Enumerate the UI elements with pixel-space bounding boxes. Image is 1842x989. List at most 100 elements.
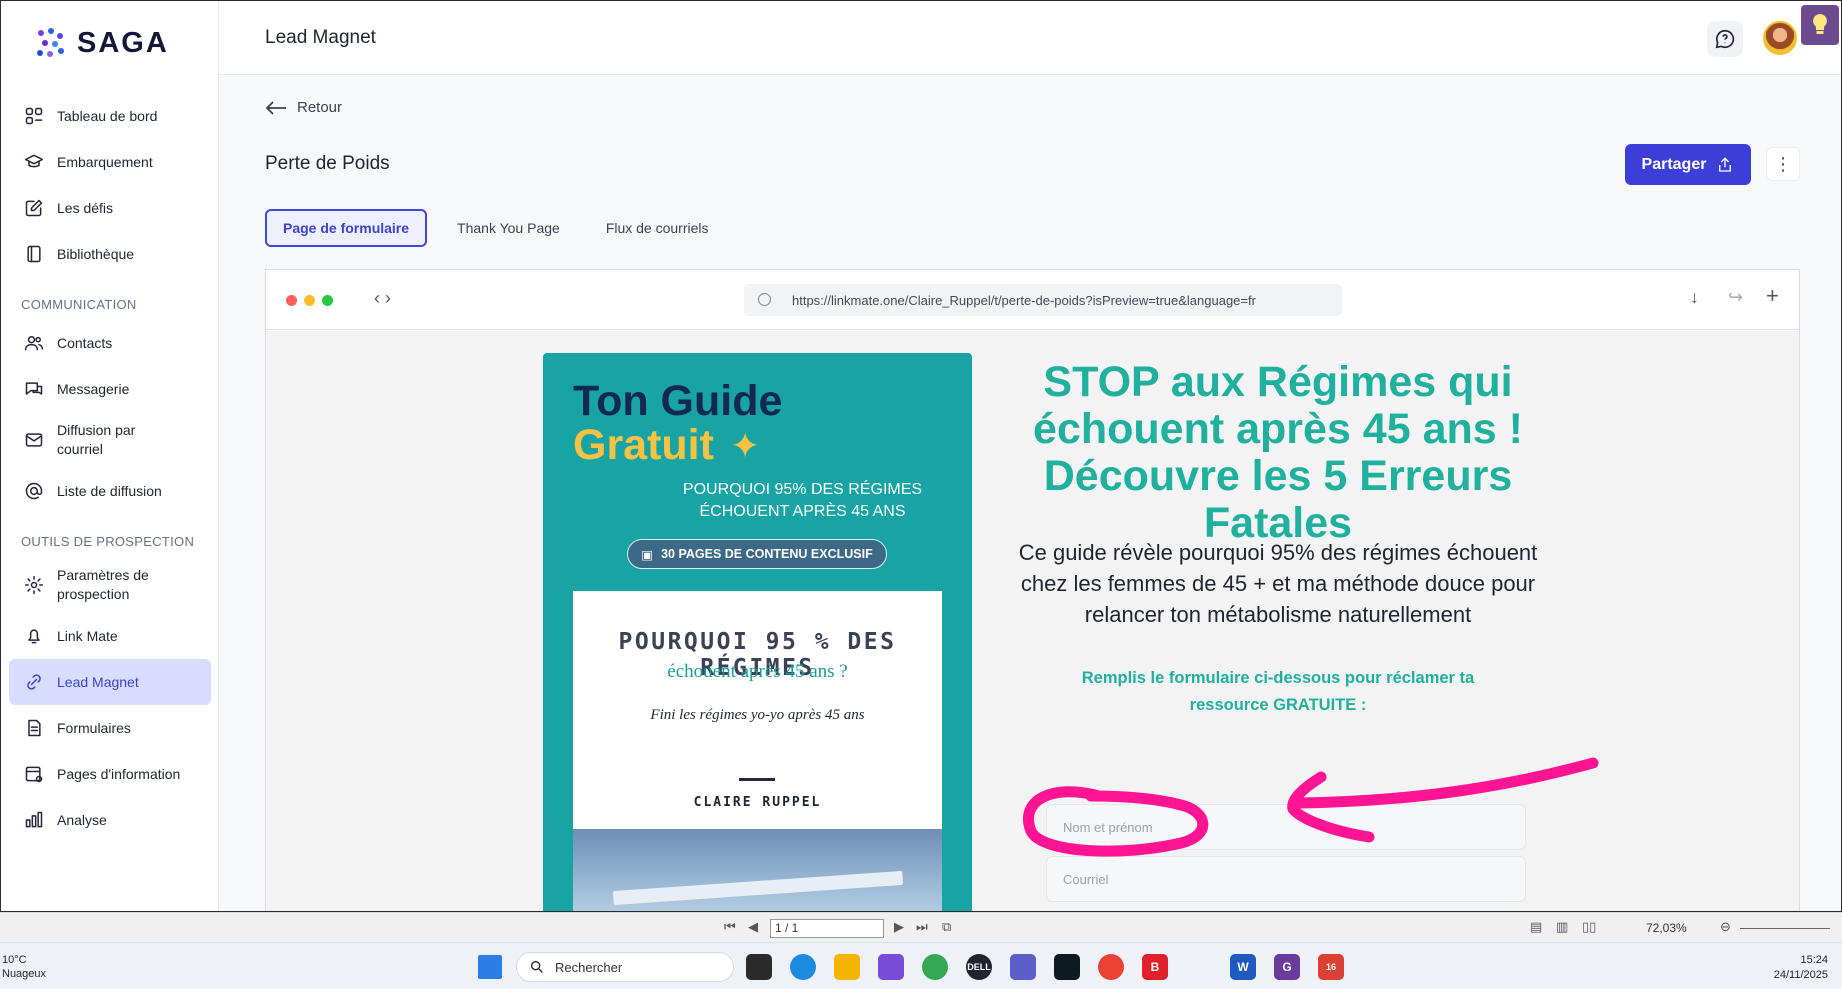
more-options-button[interactable]: ⋮ — [1766, 147, 1800, 181]
form-icon — [23, 717, 45, 739]
email-field[interactable]: Courriel — [1046, 856, 1526, 902]
microsoft-365-icon[interactable] — [878, 954, 904, 980]
file-explorer-icon[interactable] — [834, 954, 860, 980]
page-title: Perte de Poids — [265, 153, 390, 174]
weather-widget[interactable]: 10°C Nuageux — [2, 953, 46, 981]
word-icon[interactable]: W — [1230, 954, 1256, 980]
weather-description: Nuageux — [2, 968, 47, 980]
capcut-icon[interactable] — [1054, 954, 1080, 980]
redirect-icon[interactable]: ↪ — [1728, 287, 1743, 308]
url-text: https://linkmate.one/Claire_Ruppel/t/per… — [792, 292, 1256, 308]
envelope-icon — [23, 429, 45, 451]
magnet-link-icon — [23, 671, 45, 693]
sidebar-item-label: Les défis — [57, 200, 114, 216]
first-page-icon[interactable]: ⏮ — [724, 919, 736, 935]
page-selector[interactable]: 1 / 1 — [770, 919, 884, 938]
sidebar-item-diffusion-par-courriel[interactable]: Diffusion par courriel — [9, 412, 211, 468]
sidebar-nav: Tableau de bord Embarquement Les défis B… — [9, 93, 211, 843]
help-chat-button[interactable] — [1707, 21, 1743, 57]
chat-bubbles-icon — [23, 378, 45, 400]
last-page-icon[interactable]: ⏭ — [916, 919, 928, 935]
sidebar-item-bibliotheque[interactable]: Bibliothèque — [9, 231, 211, 277]
taskbar-search[interactable]: Rechercher — [516, 952, 734, 982]
lightbulb-icon — [1813, 14, 1827, 34]
user-avatar[interactable] — [1763, 21, 1797, 55]
sidebar-item-label: Formulaires — [57, 720, 131, 736]
lightbulb-button[interactable] — [1801, 5, 1839, 45]
code-brackets-icon[interactable]: ‹ › — [374, 288, 391, 309]
chrome-profile-icon[interactable] — [922, 954, 948, 980]
sidebar-item-link-mate[interactable]: Link Mate — [9, 613, 211, 659]
sidebar-item-formulaires[interactable]: Formulaires — [9, 705, 211, 751]
system-clock[interactable]: 15:24 24/11/2025 — [1774, 953, 1828, 983]
guide-title-line2-text: Gratuit — [573, 421, 714, 469]
url-bar[interactable]: https://linkmate.one/Claire_Ruppel/t/per… — [744, 284, 1342, 316]
zoom-slider[interactable] — [1740, 928, 1830, 929]
landing-headline: STOP aux Régimes qui échouent après 45 a… — [1033, 358, 1523, 547]
task-view-icon[interactable] — [746, 954, 772, 980]
book-open-icon: ▣ — [641, 547, 654, 562]
section-outils-de-prospection: OUTILS DE PROSPECTION — [21, 534, 195, 549]
edge-browser-icon[interactable] — [790, 954, 816, 980]
zoom-level[interactable]: 72,03% — [1646, 921, 1687, 935]
saga-logo[interactable]: SAGA — [33, 25, 169, 61]
tab-thank-you-page[interactable]: Thank You Page — [441, 209, 576, 247]
sidebar-item-label: Pages d'information — [57, 766, 181, 782]
sidebar-item-liste-de-diffusion[interactable]: Liste de diffusion — [9, 468, 211, 514]
sidebar-item-messagerie[interactable]: Messagerie — [9, 366, 211, 412]
name-field[interactable]: Nom et prénom — [1046, 804, 1526, 850]
bitdefender-icon[interactable]: B — [1142, 954, 1168, 980]
layout-continuous-icon[interactable]: ▥ — [1556, 919, 1568, 935]
download-icon[interactable]: ↓ — [1690, 287, 1699, 308]
taskbar-search-placeholder: Rechercher — [555, 959, 623, 975]
windows-taskbar: 10°C Nuageux Rechercher DELL B W G 16 15… — [0, 942, 1842, 989]
sidebar-item-analyse[interactable]: Analyse — [9, 797, 211, 843]
guide-title-line1: Ton Guide — [573, 377, 783, 425]
sidebar-item-parametres-de-prospection[interactable]: Paramètres de prospection — [9, 557, 211, 613]
browser-toolbar: ‹ › https://linkmate.one/Claire_Ruppel/t… — [266, 270, 1799, 330]
sidebar-item-tableau-de-bord[interactable]: Tableau de bord — [9, 93, 211, 139]
teams-icon[interactable] — [1010, 954, 1036, 980]
windows-start-icon[interactable] — [478, 955, 502, 979]
sidebar-item-label: Liste de diffusion — [57, 483, 162, 499]
copy-page-icon[interactable]: ⧉ — [942, 919, 951, 935]
sidebar-item-embarquement[interactable]: Embarquement — [9, 139, 211, 185]
chrome-icon[interactable] — [1098, 954, 1124, 980]
tab-page-de-formulaire[interactable]: Page de formulaire — [265, 209, 428, 247]
book-icon — [23, 243, 45, 265]
guide-cover: Ton Guide Gratuit ✦ POURQUOI 95% DES RÉG… — [543, 353, 972, 911]
sidebar-item-label: Contacts — [57, 335, 113, 351]
tab-flux-de-courriels[interactable]: Flux de courriels — [590, 209, 725, 247]
window-minimize-dot — [304, 295, 315, 306]
todoist-icon[interactable]: 16 — [1318, 954, 1344, 980]
bell-link-icon — [23, 625, 45, 647]
dell-icon[interactable]: DELL — [966, 954, 992, 980]
sidebar-item-label: Paramètres de prospection — [57, 567, 149, 602]
sidebar-item-les-defis[interactable]: Les défis — [9, 185, 211, 231]
plus-icon[interactable]: + — [1766, 283, 1779, 309]
gear-icon — [23, 574, 45, 596]
sidebar-item-contacts[interactable]: Contacts — [9, 320, 211, 366]
sidebar-item-label: Link Mate — [57, 628, 118, 644]
pdf-reader-icon[interactable]: G — [1274, 954, 1300, 980]
layout-double-icon[interactable]: ▯▯ — [1582, 919, 1596, 935]
share-button[interactable]: Partager — [1625, 144, 1751, 185]
sparkles-icon: ✦ — [729, 424, 761, 466]
name-field-placeholder: Nom et prénom — [1063, 819, 1153, 835]
layout-single-icon[interactable]: ▤ — [1530, 919, 1542, 935]
ebook-photo — [573, 829, 942, 911]
back-label: Retour — [297, 99, 343, 116]
next-page-icon[interactable]: ▶ — [894, 919, 904, 935]
search-icon — [531, 961, 543, 973]
back-link[interactable]: Retour — [265, 99, 342, 116]
previous-page-icon[interactable]: ◀ — [748, 919, 758, 935]
share-label: Partager — [1641, 155, 1707, 173]
app-window: SAGA Tableau de bord Embarquement Les dé… — [0, 0, 1842, 912]
zoom-out-icon[interactable]: ⊖ — [1720, 919, 1731, 935]
help-chat-icon — [1715, 29, 1735, 49]
sidebar-item-lead-magnet[interactable]: Lead Magnet — [9, 659, 211, 705]
guide-title-line2: Gratuit ✦ — [573, 421, 760, 470]
sidebar-item-label: Embarquement — [57, 154, 153, 170]
sidebar-item-label: Messagerie — [57, 381, 130, 397]
sidebar-item-pages-information[interactable]: Pages d'information — [9, 751, 211, 797]
